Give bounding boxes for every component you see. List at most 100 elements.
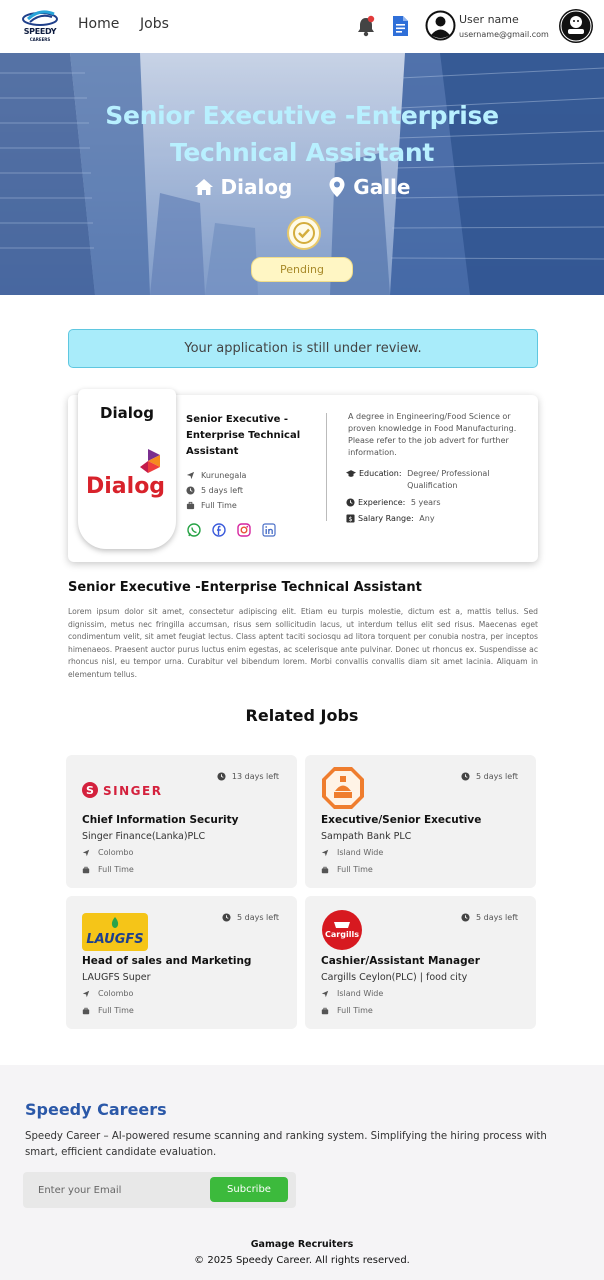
experience-label: Experience: [358, 498, 406, 507]
user-name: User name [459, 13, 519, 26]
related-job-type: Full Time [98, 865, 134, 874]
related-job-company: LAUGFS Super [82, 972, 151, 983]
related-job-company: Cargills Ceylon(PLC) | food city [321, 972, 468, 983]
send-icon [321, 990, 329, 997]
related-job-type-row: Full Time [321, 865, 373, 874]
card-location-row: Kurunegala [186, 471, 246, 480]
status-check-icon [287, 216, 321, 250]
related-jobs-heading: Related Jobs [245, 706, 359, 725]
education-value: Degree/ Professional Qualification [407, 469, 490, 490]
salary-row: $ Salary Range: Any [346, 513, 435, 525]
related-job-card[interactable]: LAUGFS 5 days left Head of sales and Mar… [66, 896, 297, 1029]
related-job-location-row: Island Wide [321, 848, 383, 857]
application-review-alert: Your application is still under review. [68, 329, 538, 368]
user-email: username@gmail.com [459, 30, 549, 39]
related-job-location: Colombo [98, 848, 134, 857]
related-job-type-row: Full Time [82, 865, 134, 874]
days-left-row: 5 days left [222, 913, 279, 922]
speedy-careers-logo-icon [22, 10, 58, 26]
related-job-company: Sampath Bank PLC [321, 831, 412, 842]
education-label: Education: [359, 469, 402, 478]
related-job-location: Island Wide [337, 989, 384, 998]
clock-icon [346, 498, 355, 507]
email-field[interactable] [29, 1176, 204, 1204]
salary-value: Any [419, 514, 435, 523]
job-description-body: Lorem ipsum dolor sit amet, consectetur … [68, 607, 538, 679]
related-job-title: Chief Information Security [82, 814, 239, 826]
svg-text:S: S [86, 784, 94, 797]
footer-description: Speedy Career – AI-powered resume scanni… [25, 1131, 547, 1158]
related-job-title: Cashier/Assistant Manager [321, 955, 480, 967]
facebook-icon[interactable] [212, 523, 226, 537]
hero-company: Dialog [220, 174, 293, 199]
related-job-location: Island Wide [337, 848, 384, 857]
dialog-logo-text: Dialog [86, 474, 165, 499]
send-icon [321, 849, 329, 856]
graduation-cap-icon [346, 470, 356, 477]
related-job-location: Colombo [98, 989, 134, 998]
experience-row: Experience: 5 years [346, 497, 441, 509]
money-icon: $ [346, 514, 355, 523]
clock-icon [461, 913, 470, 922]
company-name: Dialog [100, 404, 154, 422]
whatsapp-icon[interactable] [187, 523, 201, 537]
experience-value: 5 years [410, 498, 441, 507]
clock-icon [186, 486, 195, 495]
related-job-card[interactable]: Cargills 5 days left Cashier/Assistant M… [305, 896, 536, 1029]
home-icon [194, 178, 213, 195]
site-footer: Speedy Careers Speedy Career – AI-powere… [0, 1065, 604, 1280]
subscribe-button[interactable]: Subcribe [210, 1177, 288, 1202]
send-icon [186, 471, 195, 480]
card-job-type: Full Time [201, 501, 237, 510]
days-left-row: 13 days left [217, 772, 279, 781]
related-job-card[interactable]: 5 days left Executive/Senior Executive S… [305, 755, 536, 888]
briefcase-icon [82, 1007, 90, 1014]
job-hero-banner: Senior Executive -Enterprise Technical A… [0, 53, 604, 295]
send-icon [82, 990, 90, 997]
salary-label: Salary Range: [358, 514, 414, 523]
linkedin-icon[interactable] [262, 523, 276, 537]
dialog-logo-icon: Dialog [86, 449, 165, 499]
card-divider [326, 413, 327, 521]
days-left: 13 days left [231, 772, 279, 781]
related-job-title: Executive/Senior Executive [321, 814, 482, 826]
instagram-icon[interactable] [237, 523, 251, 537]
footer-copyright: © 2025 Speedy Career. All rights reserve… [194, 1255, 410, 1266]
related-job-type-row: Full Time [321, 1006, 373, 1015]
document-icon[interactable] [391, 15, 409, 37]
related-job-card[interactable]: S SINGER 13 days left Chief Information … [66, 755, 297, 888]
location-pin-icon [329, 176, 345, 197]
days-left-row: 5 days left [461, 772, 518, 781]
card-location: Kurunegala [201, 471, 247, 480]
top-navbar: SPEEDY CAREERS Home Jobs User name usern… [0, 0, 604, 53]
card-days-left: 5 days left [201, 486, 244, 495]
clock-icon [461, 772, 470, 781]
send-icon [82, 849, 90, 856]
company-badge-icon[interactable] [559, 9, 593, 43]
user-avatar-icon[interactable] [425, 10, 456, 41]
briefcase-icon [186, 501, 195, 510]
notification-bell-icon[interactable] [356, 15, 376, 37]
recruiter-logo-icon [560, 10, 592, 42]
brand-name: SPEEDY [23, 27, 57, 36]
related-job-location-row: Colombo [82, 989, 133, 998]
brand-logo[interactable]: SPEEDY CAREERS [20, 8, 60, 44]
clock-icon [217, 772, 226, 781]
related-job-location-row: Island Wide [321, 989, 383, 998]
singer-logo-text: SINGER [103, 784, 162, 798]
company-logo-tile: Dialog Dialog [78, 389, 176, 549]
singer-logo-icon: S SINGER [82, 782, 162, 798]
days-left: 5 days left [236, 913, 279, 922]
briefcase-icon [82, 866, 90, 873]
hero-location: Galle [353, 174, 411, 199]
card-requirements-text: A degree in Engineering/Food Science or … [348, 412, 517, 457]
card-deadline-row: 5 days left [186, 486, 243, 495]
clock-icon [222, 913, 231, 922]
laugfs-logo-text: LAUGFS [86, 932, 143, 947]
card-type-row: Full Time [186, 501, 237, 510]
nav-home-link[interactable]: Home [78, 16, 119, 32]
related-job-type: Full Time [337, 865, 373, 874]
cargills-logo-text: Cargills [325, 930, 359, 939]
nav-jobs-link[interactable]: Jobs [140, 16, 169, 32]
card-job-title: Senior Executive - Enterprise Technical … [186, 414, 301, 457]
